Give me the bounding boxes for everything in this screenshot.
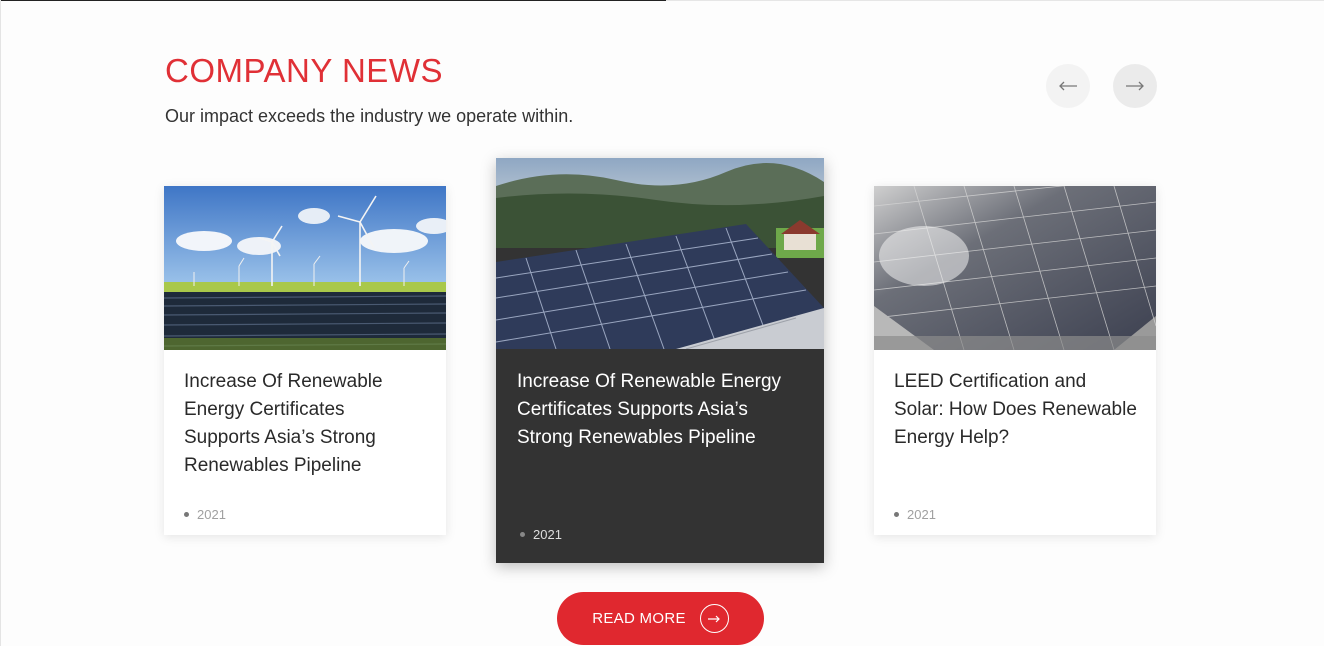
- arrow-right-icon: [1125, 81, 1145, 91]
- news-card-image-wind-solar: [164, 186, 446, 350]
- news-card-image-rooftop-panels: [874, 186, 1156, 350]
- news-card-title: LEED Certification and Solar: How Does R…: [894, 371, 1137, 448]
- news-card-image-rooftop-mountains: [496, 158, 824, 349]
- news-card-meta: 2021: [184, 507, 226, 522]
- news-card-meta: 2021: [520, 527, 562, 542]
- read-more-button[interactable]: READ MORE: [557, 592, 764, 645]
- carousel-next-button[interactable]: [1113, 64, 1157, 108]
- news-card[interactable]: Increase Of Renewable Energy Certificate…: [164, 186, 446, 535]
- bullet-icon: [520, 532, 525, 537]
- arrow-left-icon: [1058, 81, 1078, 91]
- news-card-year: 2021: [533, 527, 562, 542]
- news-card[interactable]: LEED Certification and Solar: How Does R…: [874, 186, 1156, 535]
- news-card-active[interactable]: Increase Of Renewable Energy Certificate…: [496, 158, 824, 563]
- news-card-year: 2021: [197, 507, 226, 522]
- section-title: COMPANY NEWS: [165, 52, 443, 89]
- top-divider-light: [666, 0, 1324, 1]
- read-more-label: READ MORE: [592, 610, 686, 627]
- news-card-title: Increase Of Renewable Energy Certificate…: [517, 371, 782, 448]
- bullet-icon: [184, 512, 189, 517]
- arrow-right-icon: [699, 604, 729, 633]
- left-divider: [0, 0, 1, 646]
- news-card-year: 2021: [907, 507, 936, 522]
- carousel-prev-button[interactable]: [1046, 64, 1090, 108]
- news-card-title: Increase Of Renewable Energy Certificate…: [184, 371, 383, 476]
- top-divider: [0, 0, 666, 1]
- section-subtitle: Our impact exceeds the industry we opera…: [165, 106, 574, 126]
- bullet-icon: [894, 512, 899, 517]
- news-card-meta: 2021: [894, 507, 936, 522]
- company-news-section: COMPANY NEWS Our impact exceeds the indu…: [0, 0, 1324, 646]
